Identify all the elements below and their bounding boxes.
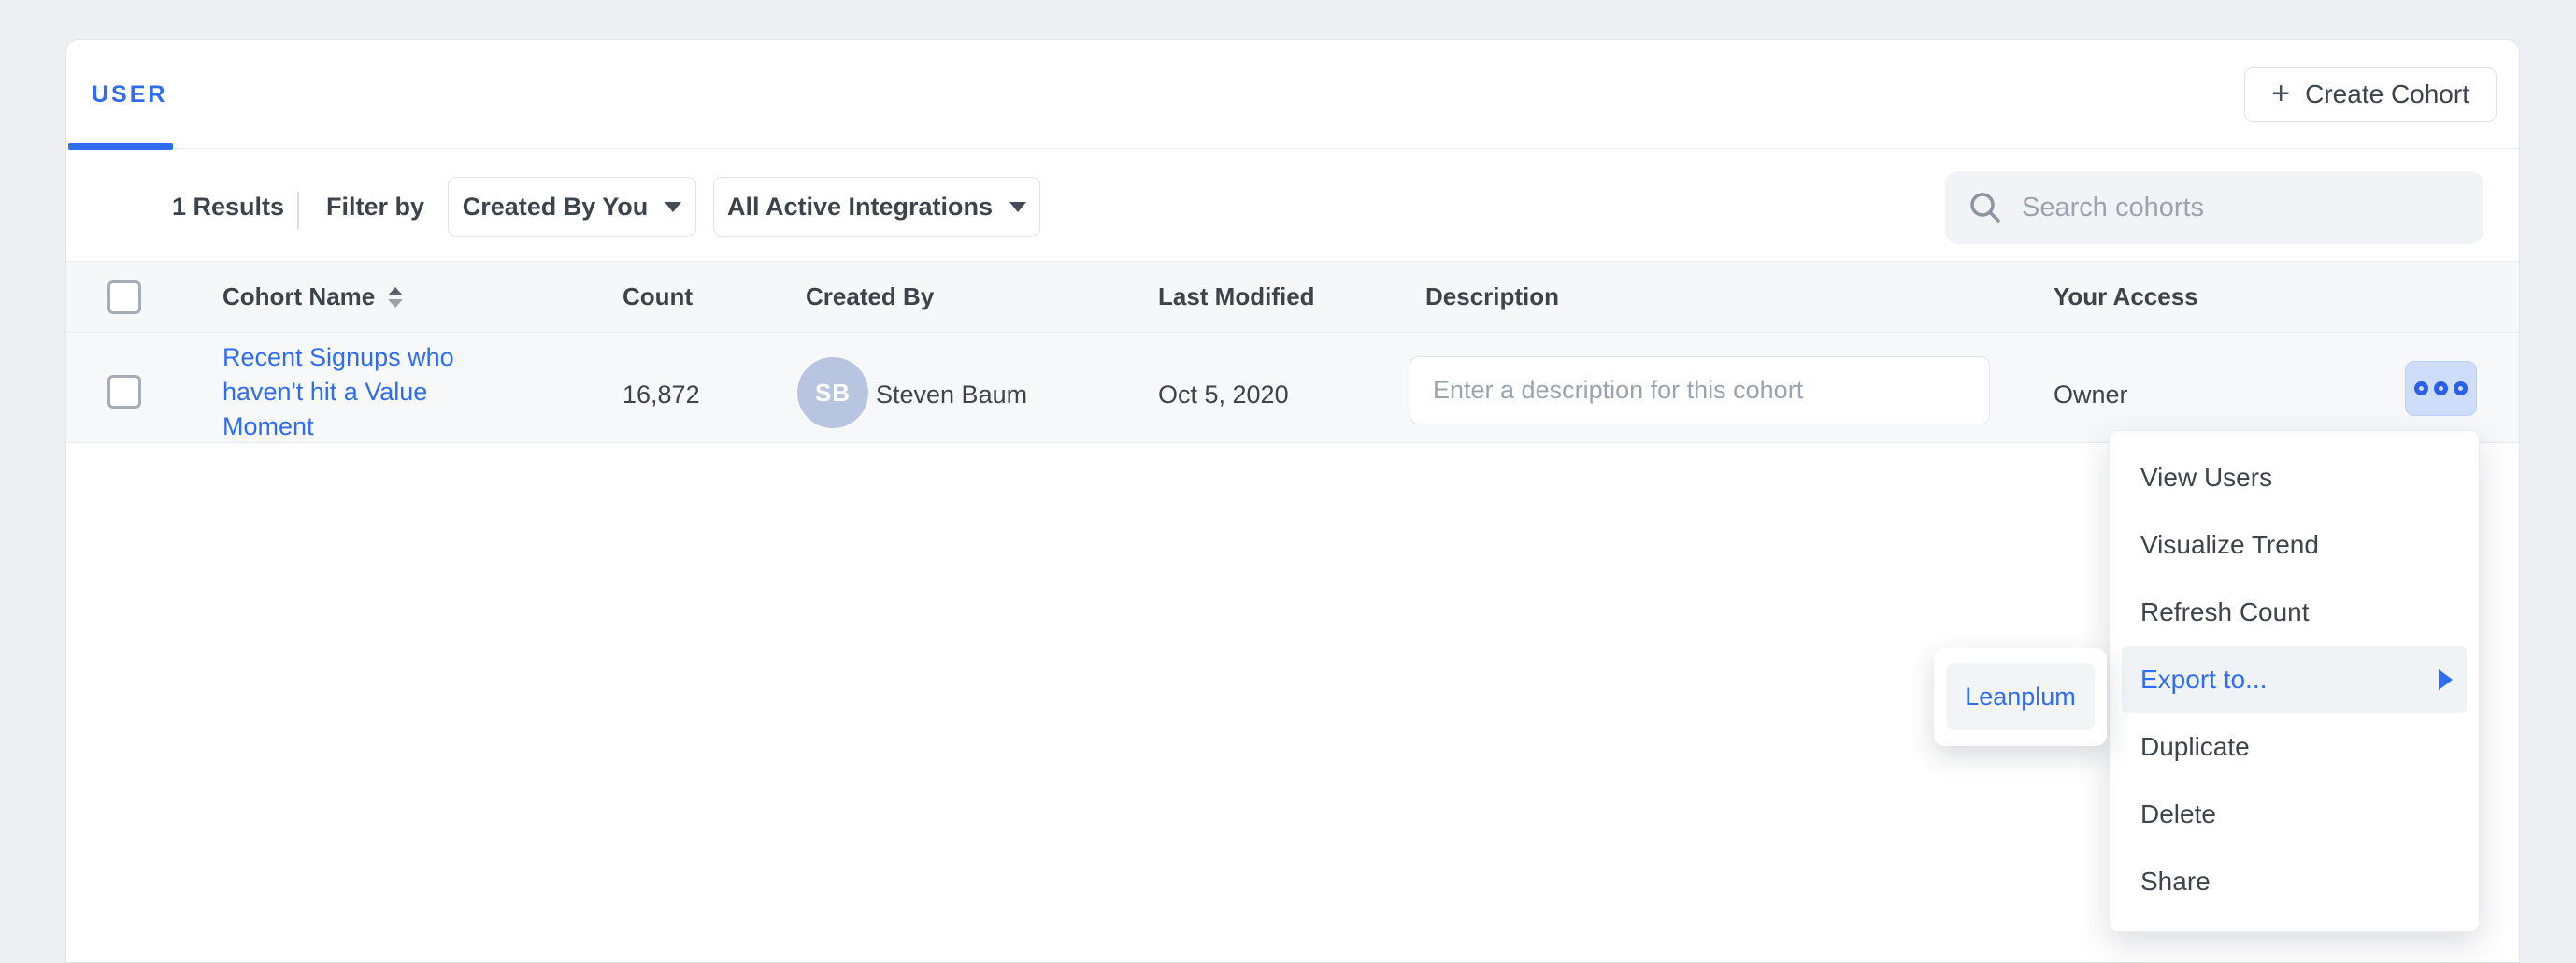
submenu-arrow-icon (2439, 669, 2453, 690)
create-cohort-button[interactable]: + Create Cohort (2244, 67, 2497, 122)
column-header-count: Count (623, 282, 693, 311)
menu-item-duplicate[interactable]: Duplicate (2110, 713, 2479, 781)
menu-item-visualize-trend[interactable]: Visualize Trend (2110, 511, 2479, 579)
tab-user[interactable]: USER (92, 81, 167, 108)
cohort-name-header-label: Cohort Name (222, 282, 375, 311)
create-cohort-label: Create Cohort (2305, 79, 2469, 109)
select-all-checkbox[interactable] (107, 280, 141, 314)
column-header-your-access: Your Access (2054, 282, 2198, 311)
tab-active-underline (68, 143, 173, 150)
column-header-cohort-name[interactable]: Cohort Name (222, 282, 403, 311)
toolbar-divider (297, 192, 299, 229)
menu-item-export-to[interactable]: Export to... (2122, 646, 2467, 713)
export-to-label: Export to... (2140, 665, 2267, 695)
dot-icon (2434, 381, 2448, 395)
results-count: 1 Results (172, 190, 284, 223)
created-by-dropdown-label: Created By You (463, 193, 649, 222)
cohort-count: 16,872 (623, 381, 700, 410)
row-checkbox[interactable] (107, 375, 141, 409)
integrations-dropdown-label: All Active Integrations (727, 193, 993, 222)
menu-item-view-users[interactable]: View Users (2110, 444, 2479, 511)
menu-item-share[interactable]: Share (2110, 848, 2479, 915)
menu-item-refresh-count[interactable]: Refresh Count (2110, 579, 2479, 646)
export-submenu: Leanplum (1934, 648, 2107, 746)
plus-icon: + (2271, 78, 2290, 109)
menu-item-delete[interactable]: Delete (2110, 781, 2479, 848)
search-input[interactable] (2022, 193, 2461, 223)
chevron-down-icon (1009, 202, 1026, 212)
created-by-dropdown[interactable]: Created By You (448, 177, 696, 237)
created-by-name: Steven Baum (876, 381, 1027, 410)
search-cohorts-box[interactable] (1945, 171, 2483, 244)
last-modified-date: Oct 5, 2020 (1158, 381, 1289, 410)
chevron-down-icon (665, 202, 681, 212)
column-header-description: Description (1425, 282, 1559, 311)
avatar: SB (797, 357, 868, 428)
sort-icon[interactable] (388, 287, 403, 308)
column-header-created-by: Created By (806, 282, 934, 311)
more-actions-button[interactable] (2405, 361, 2477, 416)
table-header-row: Cohort Name Count Created By Last Modifi… (66, 261, 2519, 333)
dot-icon (2454, 381, 2468, 395)
search-icon (1968, 190, 2003, 225)
table-row: Recent Signups who haven't hit a Value M… (66, 334, 2519, 443)
row-actions-menu: View Users Visualize Trend Refresh Count… (2109, 430, 2480, 932)
cohorts-page: USER + Create Cohort 1 Results Filter by… (0, 0, 2576, 963)
access-level: Owner (2054, 381, 2128, 410)
tab-bar: USER + Create Cohort (66, 40, 2519, 149)
integrations-dropdown[interactable]: All Active Integrations (713, 177, 1040, 237)
cohort-name-link[interactable]: Recent Signups who haven't hit a Value M… (222, 340, 479, 444)
submenu-item-leanplum[interactable]: Leanplum (1946, 663, 2095, 730)
description-input[interactable] (1410, 356, 1990, 424)
column-header-last-modified: Last Modified (1158, 282, 1315, 311)
dot-icon (2414, 381, 2428, 395)
filter-by-label: Filter by (326, 190, 424, 223)
